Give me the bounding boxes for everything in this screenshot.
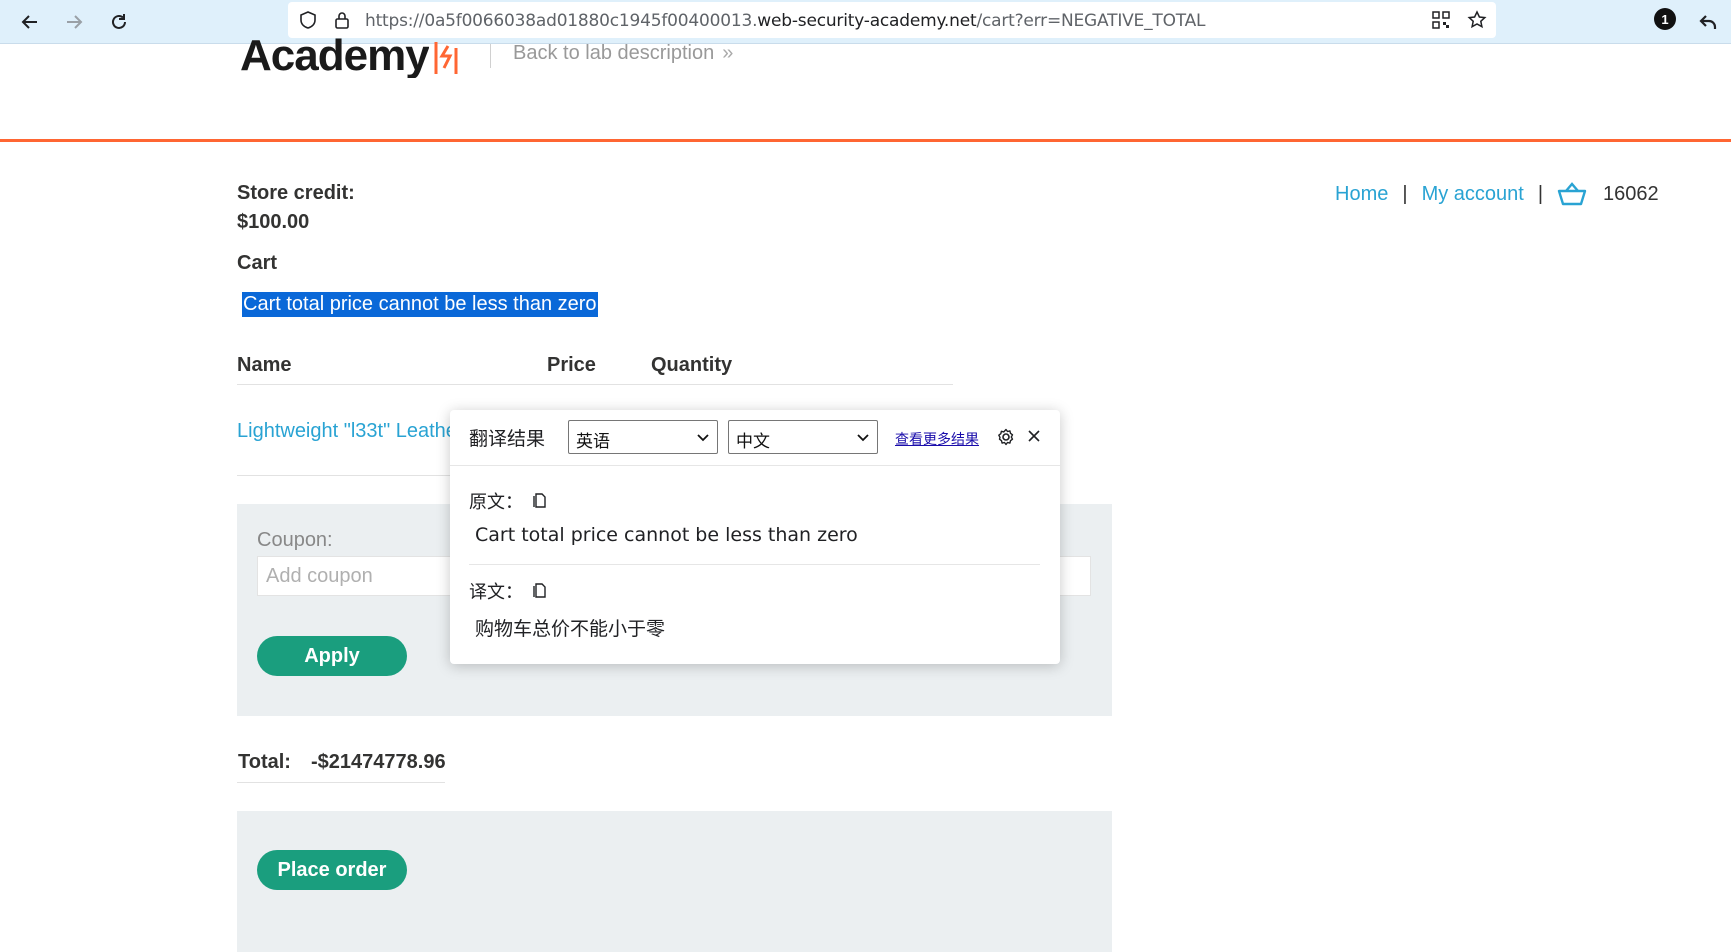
store-credit-value: $100.00: [237, 211, 310, 233]
top-nav: Home | My account | 16062: [1335, 181, 1659, 207]
reload-icon[interactable]: [103, 6, 135, 38]
forward-arrow-icon[interactable]: [58, 6, 90, 38]
apply-button[interactable]: Apply: [257, 636, 407, 676]
translation-text: 购物车总价不能小于零: [475, 618, 666, 640]
close-icon[interactable]: [1026, 428, 1042, 444]
header-rule: [0, 139, 1731, 142]
total-value: -$21474778.96: [311, 751, 446, 773]
url-text[interactable]: https://0a5f0066038ad01880c1945f00400013…: [365, 11, 1206, 31]
qr-code-icon[interactable]: [1431, 10, 1451, 30]
address-bar[interactable]: https://0a5f0066038ad01880c1945f00400013…: [288, 2, 1496, 38]
total-label: Total:: [238, 751, 291, 773]
shield-icon[interactable]: [298, 10, 318, 30]
header-divider: [490, 44, 491, 68]
source-language-select[interactable]: 英语: [568, 420, 718, 454]
copy-icon[interactable]: [531, 491, 547, 509]
cart-heading: Cart: [237, 252, 278, 274]
column-header-quantity: Quantity: [651, 354, 733, 376]
undo-arrow-icon[interactable]: [1692, 6, 1724, 38]
gear-icon[interactable]: [996, 427, 1016, 447]
column-header-name: Name: [237, 354, 292, 376]
back-to-lab-link[interactable]: Back to lab description»: [513, 42, 733, 65]
store-credit-label: Store credit:: [237, 182, 355, 204]
double-chevron-icon: »: [722, 42, 734, 64]
translation-label: 译文：: [469, 582, 523, 603]
my-account-link[interactable]: My account: [1422, 183, 1524, 206]
bookmark-star-icon[interactable]: [1467, 10, 1487, 30]
chevron-down-icon: [857, 434, 869, 442]
table-header-rule: [237, 384, 953, 385]
copy-icon[interactable]: [531, 581, 547, 599]
more-results-link[interactable]: 查看更多结果: [895, 429, 979, 449]
chevron-down-icon: [697, 434, 709, 442]
product-link[interactable]: Lightweight "l33t" Leather Jacket: [237, 420, 452, 443]
cart-basket-icon[interactable]: [1557, 181, 1587, 207]
coupon-label: Coupon:: [257, 529, 333, 551]
cart-count: 16062: [1603, 182, 1659, 205]
original-label: 原文：: [469, 492, 523, 513]
error-message: Cart total price cannot be less than zer…: [242, 292, 598, 317]
original-text: Cart total price cannot be less than zer…: [475, 524, 858, 546]
home-link[interactable]: Home: [1335, 183, 1388, 206]
target-language-select[interactable]: 中文: [728, 420, 878, 454]
popup-header-rule: [450, 465, 1060, 466]
column-header-price: Price: [547, 354, 596, 376]
total-rule: [237, 782, 445, 783]
table-row-rule: [237, 475, 452, 476]
translate-title: 翻译结果: [469, 428, 546, 450]
translate-popup: 翻译结果 英语 中文 查看更多结果 原文： Cart total price c…: [450, 410, 1060, 664]
extension-badge-icon[interactable]: 1: [1654, 8, 1676, 30]
lock-icon[interactable]: [332, 10, 352, 30]
back-arrow-icon[interactable]: [14, 6, 46, 38]
lightning-logo-icon: [434, 42, 458, 74]
popup-section-rule: [469, 564, 1040, 565]
place-order-button[interactable]: Place order: [257, 850, 407, 890]
academy-logo[interactable]: Academy: [240, 34, 429, 78]
